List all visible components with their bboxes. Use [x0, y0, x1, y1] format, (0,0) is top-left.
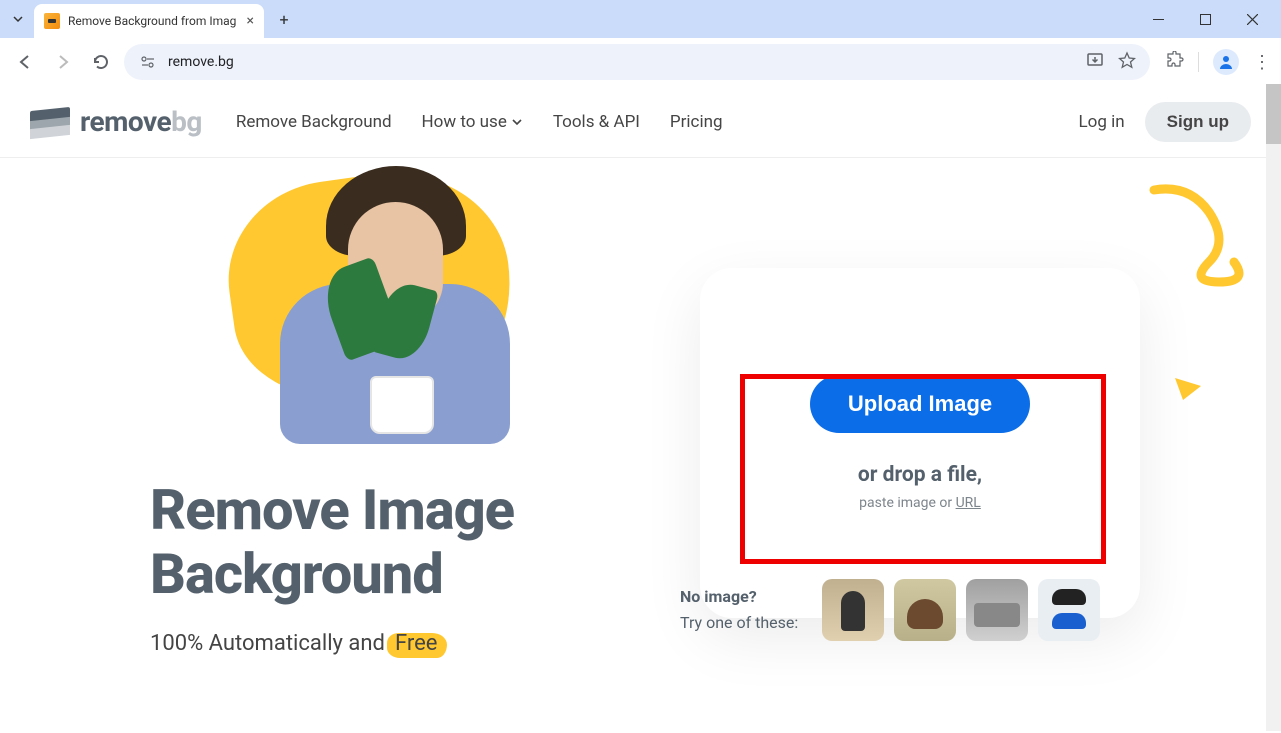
tab-search-dropdown[interactable] — [6, 7, 30, 31]
toolbar-divider — [1198, 52, 1199, 72]
favicon-icon — [44, 13, 60, 29]
sample-thumb-dog[interactable] — [894, 579, 956, 641]
minimize-icon — [1153, 14, 1164, 25]
nav-tools-api[interactable]: Tools & API — [553, 112, 640, 132]
site-header: removebg Remove Background How to use To… — [0, 86, 1281, 158]
person-icon — [1218, 54, 1234, 70]
hero-headline: Remove ImageBackground — [150, 478, 670, 607]
sample-thumb-controllers[interactable] — [1038, 579, 1100, 641]
bookmark-icon[interactable] — [1118, 51, 1136, 73]
page-content: removebg Remove Background How to use To… — [0, 86, 1281, 733]
login-link[interactable]: Log in — [1079, 112, 1125, 132]
browser-menu-button[interactable]: ⋮ — [1253, 52, 1271, 73]
tab-bar: Remove Background from Imag × + — [0, 0, 1281, 38]
reload-button[interactable] — [86, 47, 116, 77]
chevron-down-icon — [511, 116, 523, 128]
logo[interactable]: removebg — [30, 105, 202, 138]
browser-chrome: Remove Background from Imag × + — [0, 0, 1281, 86]
scrollbar[interactable] — [1266, 84, 1281, 731]
arrow-right-icon — [54, 53, 72, 71]
url-text: remove.bg — [168, 54, 234, 70]
profile-button[interactable] — [1213, 49, 1239, 75]
maximize-button[interactable] — [1182, 3, 1228, 35]
free-badge: Free — [395, 631, 437, 656]
window-controls — [1135, 3, 1275, 35]
chevron-down-icon — [12, 13, 24, 25]
sample-thumb-car[interactable] — [966, 579, 1028, 641]
browser-tab[interactable]: Remove Background from Imag × — [34, 4, 264, 38]
extensions-icon[interactable] — [1166, 51, 1184, 73]
signup-button[interactable]: Sign up — [1145, 102, 1251, 142]
hero-image — [190, 158, 550, 448]
nav-remove-background[interactable]: Remove Background — [236, 112, 392, 132]
hero-subtext: 100% Automatically and Free — [150, 631, 670, 656]
install-app-icon[interactable] — [1086, 51, 1104, 73]
close-icon — [1247, 14, 1258, 25]
main-nav: Remove Background How to use Tools & API… — [236, 112, 723, 132]
logo-text: removebg — [80, 105, 202, 138]
samples-text: No image? Try one of these: — [680, 584, 798, 635]
maximize-icon — [1200, 14, 1211, 25]
upload-card[interactable]: Upload Image or drop a file, paste image… — [700, 268, 1140, 618]
sample-thumb-person[interactable] — [822, 579, 884, 641]
nav-pricing[interactable]: Pricing — [670, 112, 723, 132]
nav-how-to-use[interactable]: How to use — [422, 112, 523, 132]
scrollbar-thumb[interactable] — [1266, 84, 1281, 144]
arrow-left-icon — [16, 53, 34, 71]
hero-left: Remove ImageBackground 100% Automaticall… — [150, 158, 670, 656]
highlight-annotation — [740, 374, 1106, 564]
sample-thumbnails — [822, 579, 1100, 641]
reload-icon — [92, 53, 110, 71]
sample-images-section: No image? Try one of these: — [680, 579, 1100, 641]
decorative-squiggle-icon — [1149, 182, 1269, 322]
logo-mark-icon — [30, 107, 70, 137]
close-icon[interactable]: × — [247, 13, 254, 29]
new-tab-button[interactable]: + — [270, 5, 298, 33]
site-settings-icon[interactable] — [138, 54, 158, 70]
forward-button[interactable] — [48, 47, 78, 77]
address-bar[interactable]: remove.bg — [124, 44, 1150, 80]
decorative-triangle-icon — [1173, 376, 1203, 402]
back-button[interactable] — [10, 47, 40, 77]
minimize-button[interactable] — [1135, 3, 1181, 35]
close-window-button[interactable] — [1229, 3, 1275, 35]
tab-title: Remove Background from Imag — [68, 14, 239, 28]
browser-toolbar: remove.bg ⋮ — [0, 38, 1281, 86]
